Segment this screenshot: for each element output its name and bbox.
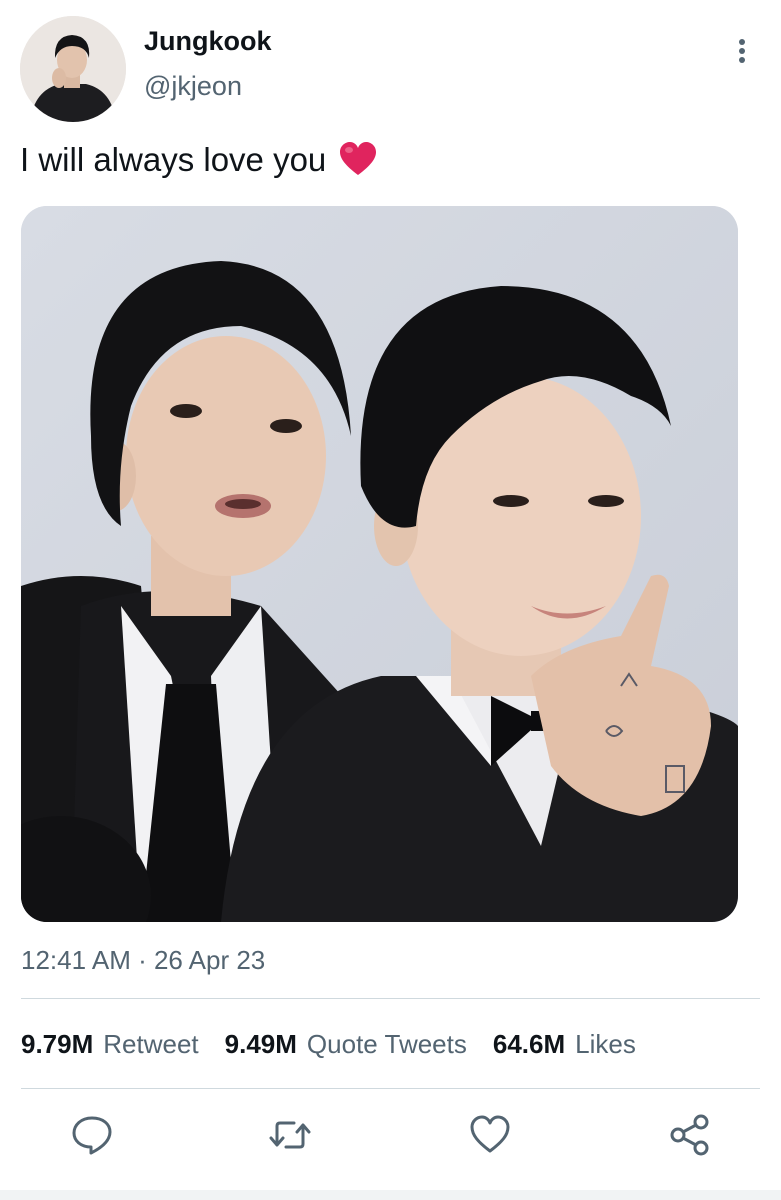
like-icon bbox=[470, 1115, 510, 1153]
retweet-button[interactable] bbox=[267, 1112, 313, 1158]
tweet-text: I will always love you bbox=[20, 140, 378, 180]
stat-label: Likes bbox=[575, 1029, 636, 1059]
share-button[interactable] bbox=[667, 1112, 713, 1158]
like-button[interactable] bbox=[467, 1112, 513, 1158]
reply-button[interactable] bbox=[69, 1112, 115, 1158]
more-vertical-icon bbox=[739, 39, 745, 63]
stat-label: Quote Tweets bbox=[306, 1029, 467, 1059]
display-name[interactable]: Jungkook bbox=[144, 26, 272, 57]
likes-count[interactable]: 64.6M Likes bbox=[493, 1029, 636, 1060]
tweet-stats: 9.79M Retweet 9.49M Quote Tweets 64.6M L… bbox=[21, 1029, 636, 1060]
tweet-text-content: I will always love you bbox=[20, 141, 327, 178]
stat-count: 9.49M bbox=[224, 1029, 297, 1059]
retweet-icon bbox=[269, 1121, 311, 1149]
tweet-media-photo[interactable] bbox=[21, 206, 738, 922]
tweet-header: Jungkook @jkjeon bbox=[20, 16, 761, 124]
user-handle[interactable]: @jkjeon bbox=[144, 71, 242, 102]
divider bbox=[21, 998, 760, 999]
bottom-edge bbox=[0, 1190, 781, 1200]
reply-icon bbox=[72, 1116, 112, 1155]
tweet-timestamp[interactable]: 12:41 AM · 26 Apr 23 bbox=[21, 945, 265, 976]
quote-tweets-count[interactable]: 9.49M Quote Tweets bbox=[225, 1029, 467, 1060]
share-icon bbox=[670, 1114, 709, 1156]
avatar[interactable] bbox=[20, 16, 126, 122]
red-heart-emoji-icon bbox=[338, 140, 378, 180]
stat-count: 64.6M bbox=[492, 1029, 566, 1059]
more-options-button[interactable] bbox=[727, 36, 757, 66]
photo-two-people-in-tuxedos bbox=[21, 206, 738, 922]
avatar-image bbox=[20, 16, 126, 122]
stat-label: Retweet bbox=[103, 1029, 199, 1059]
divider bbox=[21, 1088, 760, 1089]
retweet-count[interactable]: 9.79M Retweet bbox=[21, 1029, 199, 1060]
tweet-action-bar bbox=[21, 1112, 760, 1162]
stat-count: 9.79M bbox=[21, 1029, 94, 1059]
